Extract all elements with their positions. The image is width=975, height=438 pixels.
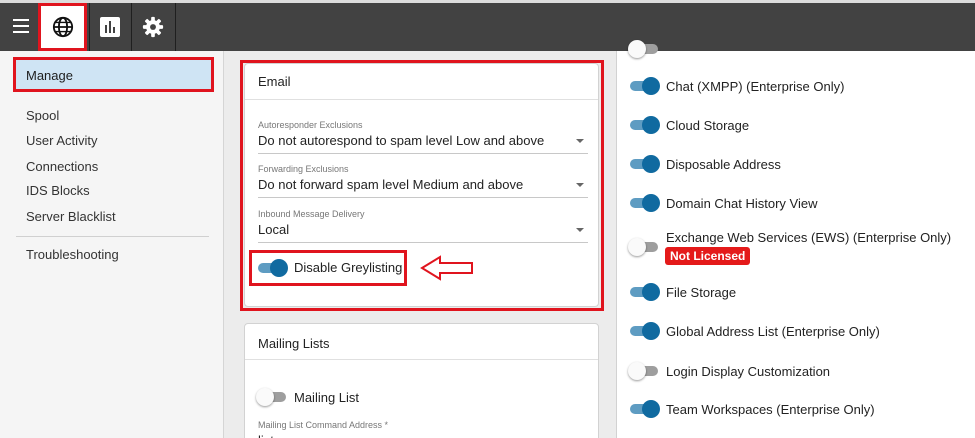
disable-greylisting-label: Disable Greylisting	[294, 260, 403, 275]
mailing-list-toggle[interactable]	[256, 388, 288, 406]
mailing-lists-title: Mailing Lists	[258, 336, 330, 351]
chevron-down-icon	[576, 139, 584, 143]
globe-icon	[52, 16, 74, 38]
team-workspaces-toggle[interactable]	[628, 400, 660, 418]
not-licensed-badge: Not Licensed	[665, 247, 751, 265]
mailing-list-label: Mailing List	[294, 390, 360, 405]
forwarding-exclusions-value: Do not forward spam level Medium and abo…	[258, 177, 588, 198]
hamburger-menu-icon[interactable]	[13, 19, 29, 33]
sidebar-item-troubleshooting[interactable]: Troubleshooting	[26, 247, 119, 262]
disposable-address-toggle[interactable]	[628, 155, 660, 173]
feature-toggle-top[interactable]	[628, 40, 660, 58]
forwarding-exclusions-label: Forwarding Exclusions	[258, 164, 349, 174]
autoresponder-exclusions-select[interactable]: Autoresponder Exclusions Do not autoresp…	[258, 120, 588, 154]
inbound-delivery-select[interactable]: Inbound Message Delivery Local	[258, 209, 588, 243]
inbound-delivery-label: Inbound Message Delivery	[258, 209, 365, 219]
domain-chat-history-label: Domain Chat History View	[666, 196, 818, 211]
chat-xmpp-label: Chat (XMPP) (Enterprise Only)	[666, 79, 845, 94]
team-workspaces-label: Team Workspaces (Enterprise Only)	[666, 402, 875, 417]
autoresponder-exclusions-label: Autoresponder Exclusions	[258, 120, 363, 130]
disposable-address-label: Disposable Address	[666, 157, 781, 172]
gear-icon	[142, 16, 164, 38]
sidebar-item-server-blacklist[interactable]: Server Blacklist	[26, 209, 116, 224]
mailing-list-command-field[interactable]: Mailing List Command Address * listserv	[258, 420, 588, 438]
inbound-delivery-value: Local	[258, 222, 588, 243]
sidebar-item-spool[interactable]: Spool	[26, 108, 59, 123]
sidebar-item-user-activity[interactable]: User Activity	[26, 133, 98, 148]
sidebar: Manage Spool User Activity Connections I…	[0, 51, 224, 438]
file-storage-label: File Storage	[666, 285, 737, 300]
globe-button[interactable]	[45, 3, 81, 51]
mailing-list-command-value: listserv	[258, 433, 588, 438]
login-display-toggle[interactable]	[628, 362, 660, 380]
chart-icon	[100, 17, 120, 37]
mailing-list-command-label: Mailing List Command Address *	[258, 420, 389, 430]
chat-xmpp-toggle[interactable]	[628, 77, 660, 95]
global-address-list-label: Global Address List (Enterprise Only)	[666, 324, 880, 339]
arrow-left-icon	[420, 255, 473, 281]
disable-greylisting-toggle[interactable]	[256, 259, 288, 277]
reports-button[interactable]	[90, 3, 130, 51]
sidebar-item-connections[interactable]: Connections	[26, 159, 98, 174]
file-storage-toggle[interactable]	[628, 283, 660, 301]
forwarding-exclusions-select[interactable]: Forwarding Exclusions Do not forward spa…	[258, 164, 588, 198]
autoresponder-exclusions-value: Do not autorespond to spam level Low and…	[258, 133, 588, 154]
ews-toggle[interactable]	[628, 238, 660, 256]
cloud-storage-label: Cloud Storage	[666, 118, 750, 133]
top-toolbar	[0, 0, 975, 51]
global-address-list-toggle[interactable]	[628, 322, 660, 340]
card-divider	[245, 359, 598, 360]
login-display-label: Login Display Customization	[666, 364, 831, 379]
ews-label: Exchange Web Services (EWS) (Enterprise …	[666, 230, 952, 245]
cloud-storage-toggle[interactable]	[628, 116, 660, 134]
chevron-down-icon	[576, 183, 584, 187]
sidebar-item-manage[interactable]: Manage	[13, 57, 214, 92]
sidebar-item-ids-blocks[interactable]: IDS Blocks	[26, 183, 90, 198]
domain-chat-history-toggle[interactable]	[628, 194, 660, 212]
chevron-down-icon	[576, 228, 584, 232]
settings-button[interactable]	[133, 3, 173, 51]
sidebar-divider	[16, 236, 209, 237]
